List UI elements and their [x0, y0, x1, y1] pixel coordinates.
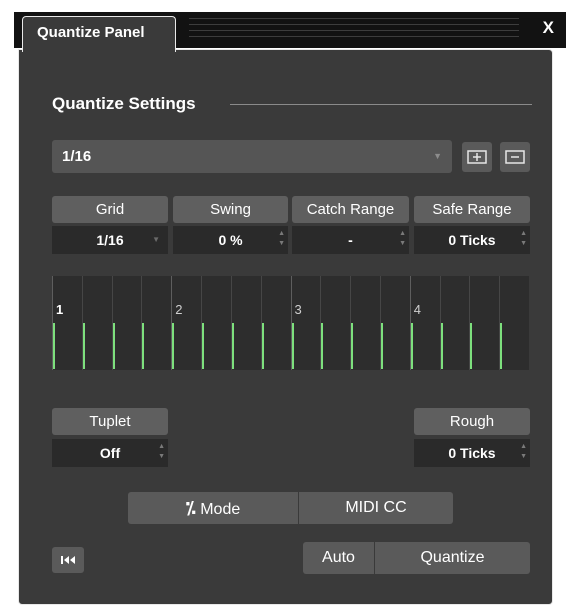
- grid-value-dropdown[interactable]: 1/16 ▼: [52, 226, 168, 254]
- tab-quantize-panel[interactable]: Quantize Panel: [22, 16, 176, 52]
- grid-value: 1/16: [96, 232, 124, 248]
- beat-number: 1: [56, 302, 64, 317]
- section-divider: [230, 104, 532, 105]
- tuplet-value: Off: [99, 445, 121, 461]
- grid-label-button[interactable]: Grid: [52, 196, 168, 223]
- preset-value: 1/16: [62, 148, 92, 165]
- spinner-arrows-icon[interactable]: ▲ ▼: [520, 442, 527, 462]
- reset-button[interactable]: [52, 547, 84, 573]
- chevron-down-icon: ▼: [433, 151, 442, 161]
- quantize-point-marker: [142, 323, 145, 369]
- midi-cc-button[interactable]: MIDI CC: [299, 492, 453, 524]
- catch-range-label-button[interactable]: Catch Range: [292, 196, 409, 223]
- mode-button[interactable]: ⁒ Mode: [128, 492, 298, 524]
- section-title: Quantize Settings: [52, 94, 196, 113]
- rough-value-field[interactable]: 0 Ticks ▲ ▼: [414, 439, 530, 467]
- spinner-arrows-icon[interactable]: ▲ ▼: [399, 229, 406, 249]
- quantize-point-marker: [202, 323, 205, 369]
- safe-range-value-field[interactable]: 0 Ticks ▲ ▼: [414, 226, 530, 254]
- quantize-point-marker: [440, 323, 443, 369]
- remove-preset-button[interactable]: [500, 142, 530, 172]
- tuplet-label-button[interactable]: Tuplet: [52, 408, 168, 435]
- quantize-point-marker: [500, 323, 503, 369]
- add-preset-icon: [467, 150, 487, 164]
- swing-label-button[interactable]: Swing: [173, 196, 288, 223]
- quantize-button[interactable]: Quantize: [375, 542, 530, 574]
- beat-number: 3: [294, 302, 302, 317]
- quantize-point-marker: [380, 323, 383, 369]
- quantize-point-marker: [82, 323, 85, 369]
- preset-dropdown[interactable]: 1/16 ▼: [52, 140, 452, 173]
- quantize-point-marker: [351, 323, 354, 369]
- catch-range-value: -: [348, 232, 353, 248]
- beat-number: 4: [413, 302, 421, 317]
- spinner-arrows-icon[interactable]: ▲ ▼: [520, 229, 527, 249]
- mode-label: Mode: [200, 501, 241, 518]
- skip-to-start-icon: [61, 556, 75, 564]
- percent-slash-icon: ⁒: [185, 498, 196, 518]
- rough-label-button[interactable]: Rough: [414, 408, 530, 435]
- safe-range-value: 0 Ticks: [448, 232, 496, 248]
- quantize-point-marker: [470, 323, 473, 369]
- add-preset-button[interactable]: [462, 142, 492, 172]
- catch-range-value-field[interactable]: - ▲ ▼: [292, 226, 409, 254]
- safe-range-label-button[interactable]: Safe Range: [414, 196, 530, 223]
- quantize-point-marker: [291, 323, 294, 369]
- swing-value-field[interactable]: 0 % ▲ ▼: [173, 226, 288, 254]
- spinner-arrows-icon[interactable]: ▲ ▼: [158, 442, 165, 462]
- spinner-arrows-icon[interactable]: ▲ ▼: [278, 229, 285, 249]
- beat-number: 2: [175, 302, 183, 317]
- quantize-point-marker: [321, 323, 324, 369]
- auto-button[interactable]: Auto: [303, 542, 374, 574]
- rough-value: 0 Ticks: [448, 445, 496, 461]
- quantize-point-marker: [53, 323, 55, 369]
- quantize-point-marker: [410, 323, 413, 369]
- quantize-point-marker: [261, 323, 264, 369]
- quantize-point-marker: [231, 323, 234, 369]
- quantize-point-marker: [112, 323, 115, 369]
- chevron-down-icon: ▼: [152, 235, 160, 244]
- close-button[interactable]: X: [543, 18, 554, 38]
- tuplet-value-field[interactable]: Off ▲ ▼: [52, 439, 168, 467]
- quantize-point-marker: [172, 323, 175, 369]
- swing-value: 0 %: [218, 232, 243, 248]
- quantize-grid-display[interactable]: 1 2 3 4: [52, 276, 529, 370]
- remove-preset-icon: [505, 150, 525, 164]
